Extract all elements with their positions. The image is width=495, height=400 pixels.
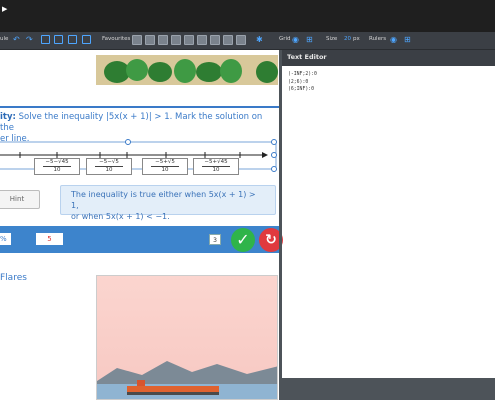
ship-illustration [96,275,278,400]
section-title: Flares [0,273,27,283]
insert-icon[interactable] [41,35,50,44]
answer-line2: or when 5x(x + 1) < −1. [71,212,170,221]
play-icon[interactable]: ▶ [2,5,7,13]
fraction-label: −5−√5 10 [86,158,132,175]
fraction-label: −5+√5 10 [142,158,188,175]
text-editor-footer [282,378,495,400]
ship-scene [97,361,277,399]
text-editor-title: Text Editor [287,53,327,61]
editor-toolbar: ule ↶ ↷ Favourites ✱ Grid ◉ ⊞ Size 20 px… [0,32,495,50]
group-icon[interactable] [54,35,63,44]
favourite-box-icon[interactable] [236,35,246,45]
check-answer-button[interactable]: ✓ [231,228,255,252]
resize-handle[interactable] [271,166,277,172]
redo-icon[interactable]: ↷ [26,35,33,45]
bush-shape [126,59,148,81]
module-label: ule [0,36,9,42]
banner-image [96,55,278,85]
resize-handle[interactable] [271,139,277,145]
bush-shape [174,59,196,83]
editor-line: (6;INF):0 [288,87,314,92]
editor-line: (2;6):0 [288,79,309,85]
size-value-input[interactable]: 20 [344,36,351,42]
attempt-counter: 3 [209,234,221,245]
rulers-label: Rulers [369,36,387,42]
answer-line1: The inequality is true either when 5x(x … [71,190,256,210]
undo-icon[interactable]: ↶ [13,35,20,45]
fraction-label: −5+√45 10 [193,158,239,175]
favourite-image-icon[interactable] [145,35,155,45]
mountain-shape [97,361,277,386]
favourite-text-icon[interactable] [132,35,142,45]
bush-shape [148,62,172,82]
grid-visibility-eye-icon[interactable]: ◉ [292,35,299,45]
resize-handle[interactable] [271,152,277,158]
favourite-table-icon[interactable] [158,35,168,45]
ship-keel [127,392,219,395]
favourite-chart-icon[interactable] [184,35,194,45]
copy-icon[interactable] [68,35,77,44]
ship-hull [127,386,219,392]
bush-shape [220,59,242,83]
text-editor-body[interactable] [285,68,495,378]
favourites-label: Favourites [102,36,131,42]
app-topbar [0,0,495,32]
score-field: 5 [36,233,63,245]
percent-field: % [0,233,11,245]
exercise-title: ity: [0,112,16,122]
settings-gear-icon[interactable]: ✱ [256,35,263,45]
hint-button[interactable]: Hint [0,190,40,209]
answer-feedback-box: The inequality is true either when 5x(x … [60,185,276,221]
grid-label: Grid [279,36,291,42]
favourite-grid-icon[interactable] [223,35,233,45]
text-editor-content[interactable]: (-INF;2):0 (2;6):0 (6;INF):0 [288,71,317,94]
exercise-divider [0,106,279,108]
favourite-list-icon[interactable] [197,35,207,45]
favourite-abc-icon[interactable] [210,35,220,45]
exercise-line1: Solve the inequality |5x(x + 1)| > 1. Ma… [0,112,263,133]
favourite-graph-icon[interactable] [171,35,181,45]
bush-shape [196,62,222,82]
grid-snap-icon[interactable]: ⊞ [306,35,313,45]
rulers-visibility-eye-icon[interactable]: ◉ [390,35,397,45]
editor-line: (-INF;2):0 [288,72,317,77]
paste-icon[interactable] [82,35,91,44]
resize-handle[interactable] [125,139,131,145]
size-unit: px [353,36,360,42]
size-label: Size [326,36,338,42]
rulers-snap-icon[interactable]: ⊞ [404,35,411,45]
ship-cabin [137,380,145,386]
axis-arrow [262,152,268,158]
fraction-label: −5−√45 10 [34,158,80,175]
pane-divider[interactable] [279,50,282,400]
bush-shape [256,61,278,83]
